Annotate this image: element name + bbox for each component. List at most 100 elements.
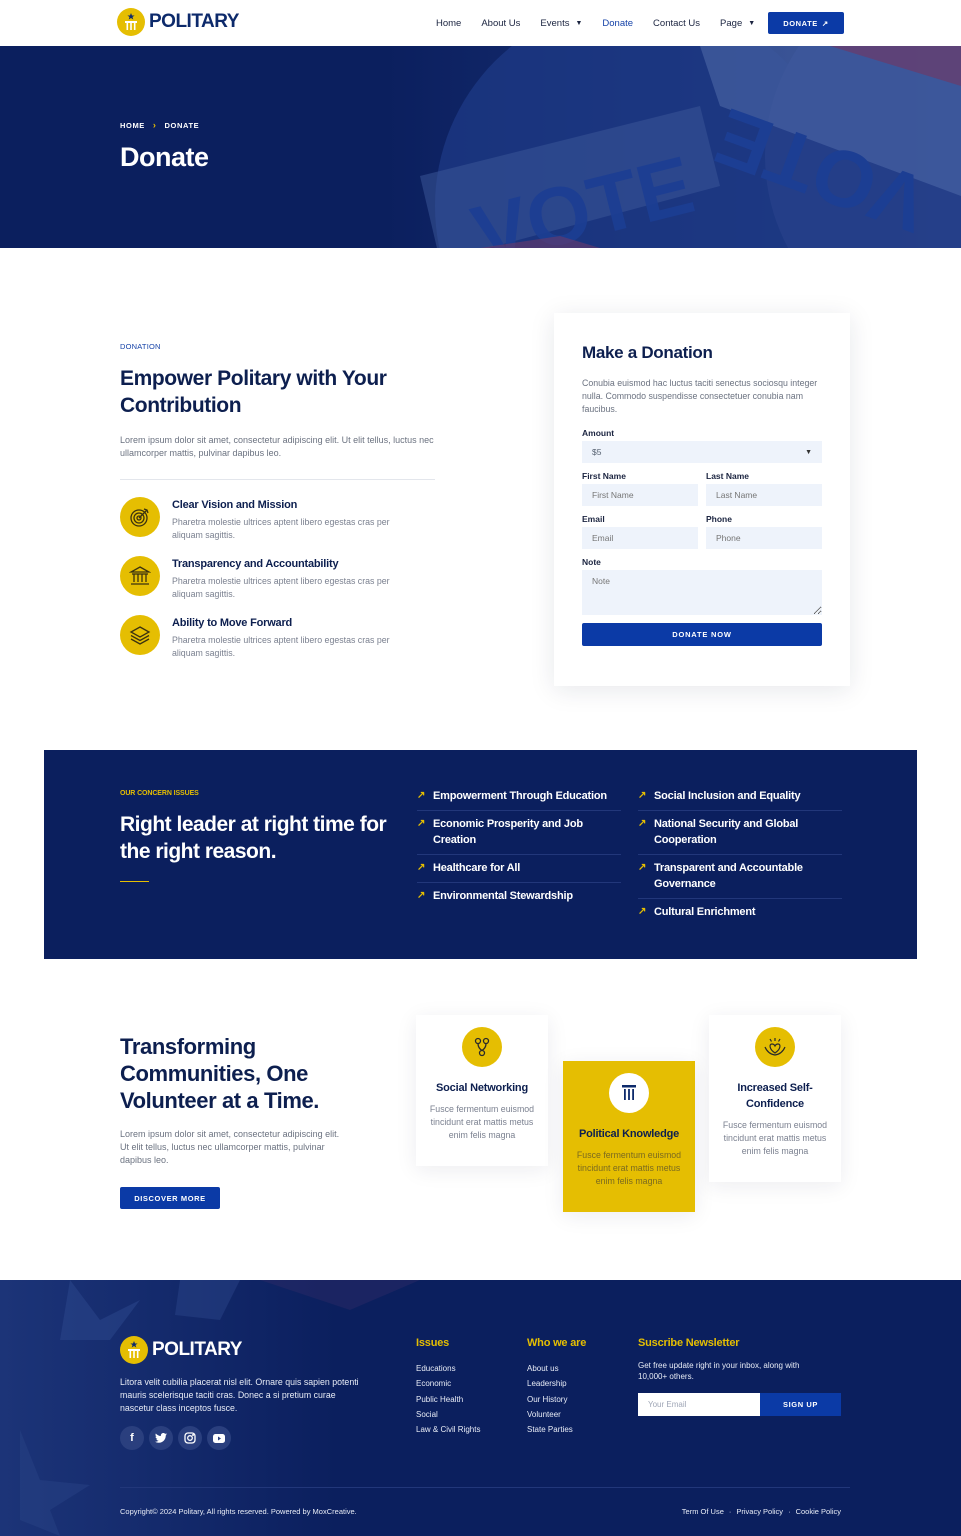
breadcrumb-home[interactable]: HOME bbox=[120, 121, 145, 130]
nav-label: Events bbox=[540, 17, 570, 29]
footer-column-title: Who we are bbox=[527, 1337, 587, 1349]
issues-column-left: ↗ Empowerment Through Education ↗ Economic… bbox=[417, 783, 621, 910]
footer-link[interactable]: Public Health bbox=[416, 1392, 480, 1407]
issue-item[interactable]: ↗ Transparent and Accountable Governance bbox=[638, 855, 842, 899]
privacy-link[interactable]: Privacy Policy bbox=[736, 1507, 783, 1516]
pillar-logo-icon bbox=[117, 8, 145, 36]
issue-label: Economic Prosperity and Job Creation bbox=[433, 818, 583, 846]
issue-label: Social Inclusion and Equality bbox=[654, 790, 801, 802]
feature-title: Ability to Move Forward bbox=[172, 617, 293, 629]
last-name-label: Last Name bbox=[706, 471, 749, 481]
nav-label: Contact Us bbox=[653, 17, 701, 29]
arrow-up-right-icon: ↗ bbox=[638, 818, 647, 829]
breadcrumb-current: DONATE bbox=[164, 120, 200, 130]
separator: · bbox=[788, 1507, 791, 1516]
footer-link[interactable]: About us bbox=[527, 1361, 586, 1376]
volunteer-intro: Transforming Communities, One Volunteer … bbox=[120, 1033, 360, 1209]
footer-logo[interactable]: POLITARY bbox=[120, 1336, 242, 1364]
footer-link[interactable]: Social bbox=[416, 1407, 480, 1422]
footer-issues-column: Issues Educations Economic Public Health… bbox=[416, 1337, 480, 1437]
youtube-icon[interactable] bbox=[207, 1426, 231, 1450]
footer-link[interactable]: Educations bbox=[416, 1361, 480, 1376]
card-description: Fusce fermentum euismod tincidunt erat m… bbox=[576, 1150, 682, 1186]
phone-label: Phone bbox=[706, 514, 732, 524]
nav-label: About Us bbox=[481, 17, 521, 29]
section-eyebrow: DONATION bbox=[120, 342, 161, 351]
pillar-icon bbox=[609, 1073, 649, 1113]
newsletter-text: Get free update right in your inbox, alo… bbox=[638, 1361, 800, 1381]
footer-link[interactable]: Volunteer bbox=[527, 1407, 586, 1422]
breadcrumb: HOME › DONATE bbox=[120, 120, 199, 130]
card-title: Political Knowledge bbox=[578, 1128, 680, 1140]
arrow-up-right-icon: ↗ bbox=[821, 18, 829, 28]
nav-label: Donate bbox=[602, 17, 634, 29]
facebook-icon[interactable]: f bbox=[120, 1426, 144, 1450]
issue-item[interactable]: ↗ Healthcare for All bbox=[417, 855, 621, 883]
issue-item[interactable]: ↗ Economic Prosperity and Job Creation bbox=[417, 811, 621, 855]
donate-header-label: DONATE bbox=[783, 18, 818, 28]
last-name-input[interactable] bbox=[706, 484, 822, 506]
email-input[interactable] bbox=[582, 527, 698, 549]
donation-form-card: Make a Donation Conubia euismod hac luct… bbox=[554, 313, 850, 686]
footer-link[interactable]: Leadership bbox=[527, 1376, 586, 1391]
feature-title: Transparency and Accountability bbox=[172, 558, 339, 570]
arrow-up-right-icon: ↗ bbox=[638, 906, 647, 917]
newsletter-email-input[interactable]: Your Email bbox=[638, 1393, 760, 1416]
issue-item[interactable]: ↗ Empowerment Through Education bbox=[417, 783, 621, 811]
card-title: Social Networking bbox=[436, 1082, 528, 1094]
legal-links: Term Of Use · Privacy Policy · Cookie Po… bbox=[682, 1507, 841, 1516]
first-name-input[interactable] bbox=[582, 484, 698, 506]
chevron-down-icon: ▼ bbox=[575, 19, 583, 27]
nav-donate[interactable]: Donate bbox=[602, 18, 633, 29]
footer-link[interactable]: Economic bbox=[416, 1376, 480, 1391]
copyright-text: Copyright© 2024 Politary, All rights res… bbox=[120, 1507, 357, 1516]
terms-link[interactable]: Term Of Use bbox=[682, 1507, 724, 1516]
volunteer-card-highlighted: Political Knowledge Fusce fermentum euis… bbox=[563, 1061, 695, 1212]
caret-down-icon: ▼ bbox=[805, 448, 812, 456]
form-description: Conubia euismod hac luctus taciti senect… bbox=[582, 378, 818, 414]
section-title: Right leader at right time for the right… bbox=[120, 813, 387, 863]
issue-item[interactable]: ↗ Cultural Enrichment bbox=[638, 899, 842, 926]
discover-more-button[interactable]: DISCOVER MORE bbox=[120, 1187, 220, 1209]
first-name-label: First Name bbox=[582, 471, 626, 481]
footer-link[interactable]: Law & Civil Rights bbox=[416, 1422, 480, 1437]
feature-list: Clear Vision and Mission Pharetra molest… bbox=[120, 497, 435, 660]
issue-item[interactable]: ↗ Social Inclusion and Equality bbox=[638, 783, 842, 811]
feature-description: Pharetra molestie ultrices aptent libero… bbox=[172, 517, 390, 540]
footer-link[interactable]: State Parties bbox=[527, 1422, 586, 1437]
section-title: Empower Politary with Your Contribution bbox=[120, 367, 387, 417]
chevron-right-icon: › bbox=[152, 120, 157, 130]
donate-header-button[interactable]: DONATE ↗ bbox=[768, 12, 844, 34]
footer-column-title: Issues bbox=[416, 1337, 450, 1349]
twitter-icon[interactable] bbox=[149, 1426, 173, 1450]
issue-item[interactable]: ↗ National Security and Global Cooperatio… bbox=[638, 811, 842, 855]
footer-link[interactable]: Our History bbox=[527, 1392, 586, 1407]
instagram-icon[interactable] bbox=[178, 1426, 202, 1450]
nav-contact-us[interactable]: Contact Us bbox=[653, 18, 700, 29]
nav-home[interactable]: Home bbox=[436, 18, 461, 29]
amount-select[interactable]: $5 ▼ bbox=[582, 441, 822, 463]
nav-label: Page bbox=[720, 17, 743, 29]
network-icon bbox=[462, 1027, 502, 1067]
phone-input[interactable] bbox=[706, 527, 822, 549]
nav-about-us[interactable]: About Us bbox=[481, 18, 520, 29]
sign-up-button[interactable]: SIGN UP bbox=[760, 1393, 841, 1416]
cookie-link[interactable]: Cookie Policy bbox=[796, 1507, 841, 1516]
footer-newsletter-column: Suscribe Newsletter Get free update righ… bbox=[638, 1337, 841, 1416]
donate-now-button[interactable]: DONATE NOW bbox=[582, 623, 822, 646]
issue-label: Transparent and Accountable Governance bbox=[654, 862, 803, 890]
feature-item: Ability to Move Forward Pharetra molesti… bbox=[120, 615, 435, 660]
feature-description: Pharetra molestie ultrices aptent libero… bbox=[172, 576, 390, 599]
brand-name: POLITARY bbox=[152, 1339, 242, 1360]
footer-who-column: Who we are About us Leadership Our Histo… bbox=[527, 1337, 586, 1437]
page-title: Donate bbox=[120, 142, 209, 172]
note-textarea[interactable] bbox=[582, 570, 822, 615]
nav-page[interactable]: Page ▼ bbox=[720, 18, 755, 29]
nav-events[interactable]: Events ▼ bbox=[540, 18, 582, 29]
issue-item[interactable]: ↗ Environmental Stewardship bbox=[417, 883, 621, 910]
feature-description: Pharetra molestie ultrices aptent libero… bbox=[172, 635, 390, 658]
form-title: Make a Donation bbox=[582, 343, 713, 362]
site-logo[interactable]: POLITARY bbox=[117, 8, 239, 36]
page-hero: VOTE VOTE HOME › DONATE Donate bbox=[0, 46, 961, 248]
heart-hands-icon bbox=[755, 1027, 795, 1067]
